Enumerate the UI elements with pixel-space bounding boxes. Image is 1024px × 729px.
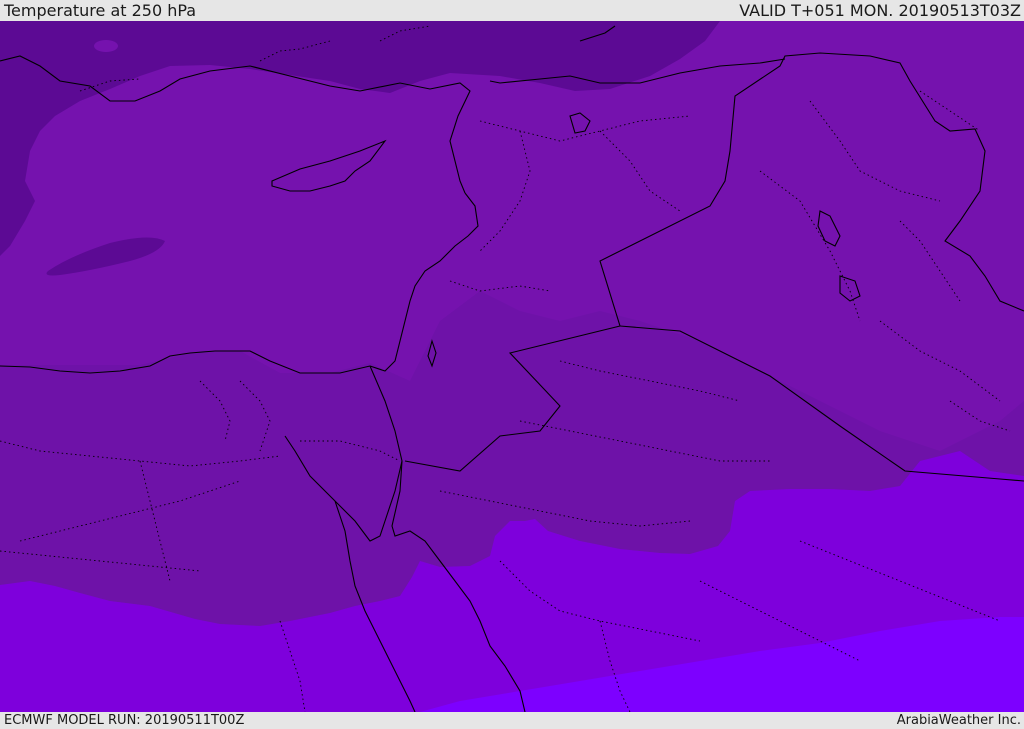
- map-canvas: [0, 21, 1024, 712]
- temperature-field-cold-spot: [94, 40, 118, 52]
- model-run: ECMWF MODEL RUN: 20190511T00Z: [4, 713, 245, 728]
- map-title: Temperature at 250 hPa: [4, 1, 197, 20]
- header-bar: Temperature at 250 hPa VALID T+051 MON. …: [0, 0, 1024, 21]
- weather-map[interactable]: [0, 21, 1024, 712]
- brand-credit: ArabiaWeather Inc.: [896, 713, 1021, 728]
- footer-bar: ECMWF MODEL RUN: 20190511T00Z ArabiaWeat…: [0, 712, 1024, 729]
- valid-time: VALID T+051 MON. 20190513T03Z: [739, 1, 1021, 20]
